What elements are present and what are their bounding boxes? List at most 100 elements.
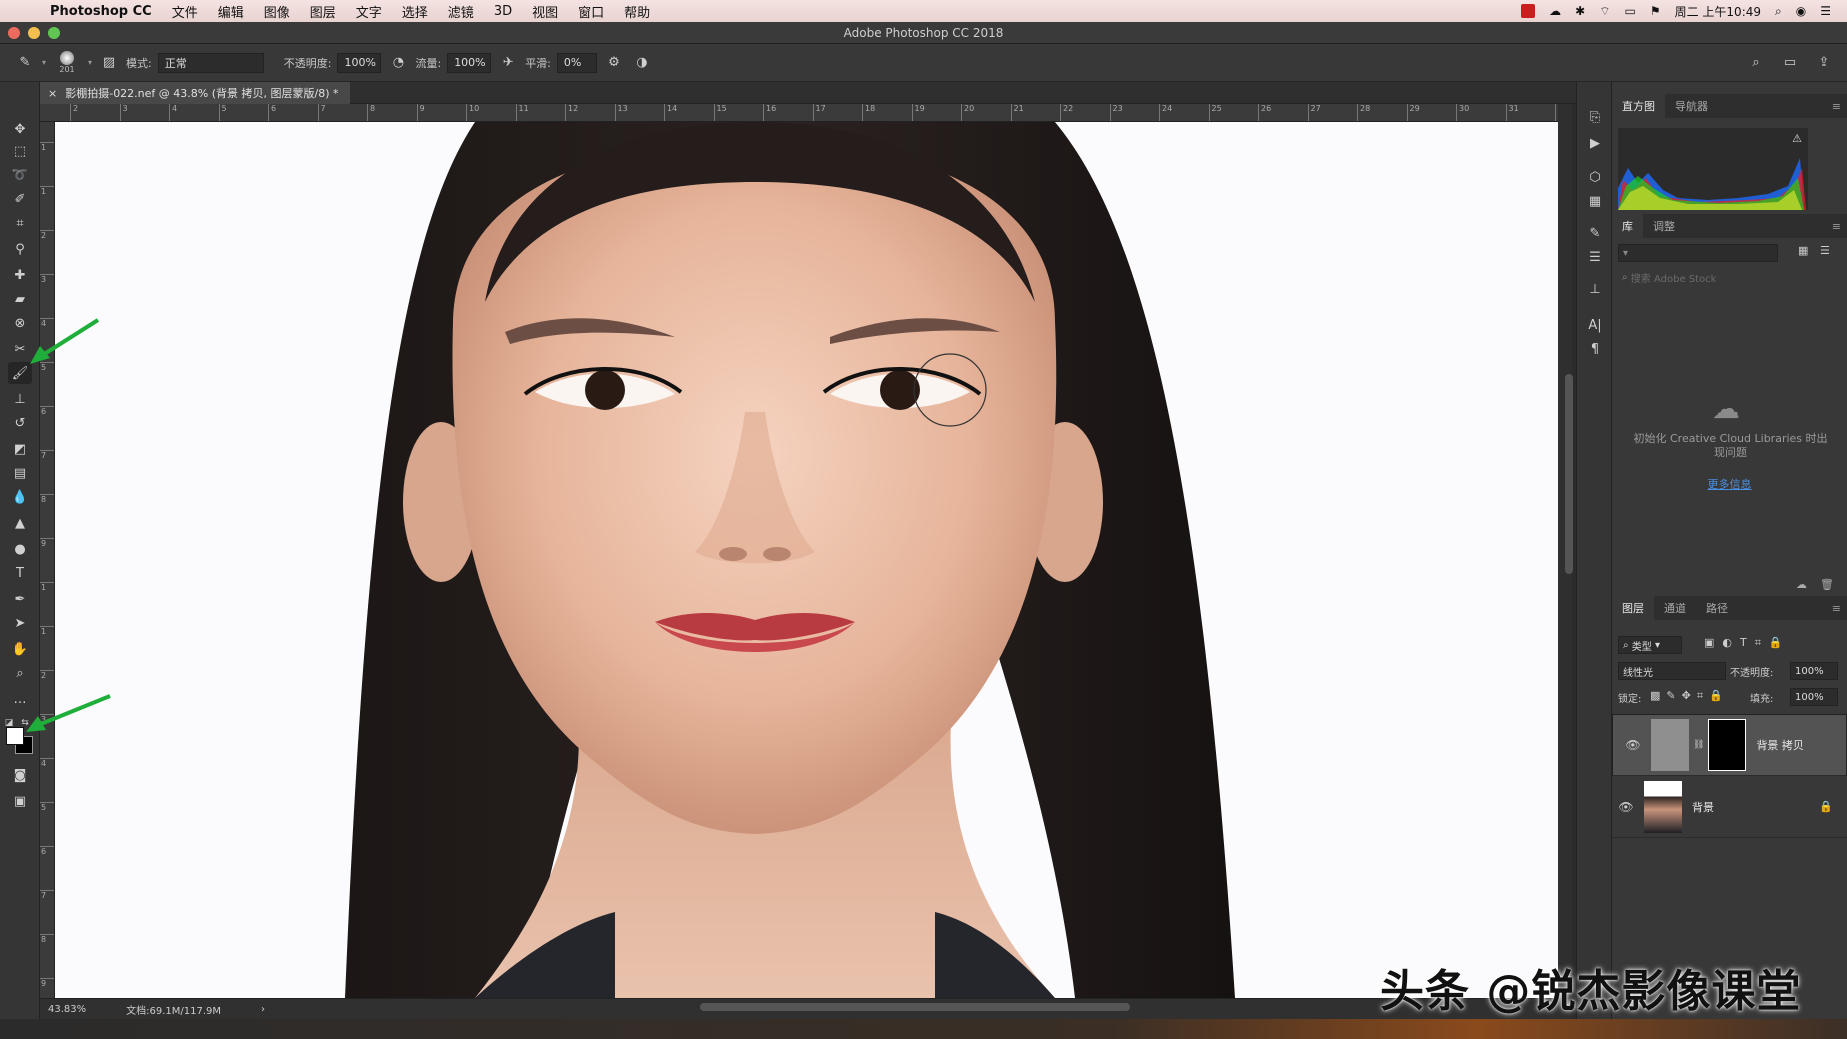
pressure-opacity-icon[interactable]: ◔ [387, 52, 409, 74]
search-icon[interactable]: ⌕ [1745, 52, 1767, 74]
layer-lock-icon[interactable]: 🔒 [1819, 800, 1833, 813]
opacity-field[interactable]: 100% [337, 52, 382, 73]
menu-3d[interactable]: 3D [484, 4, 522, 19]
close-window-button[interactable] [8, 27, 20, 39]
grid-view-icon[interactable]: ▦ [1798, 244, 1808, 257]
path-selection-tool-icon[interactable]: ➤ [8, 612, 32, 634]
document-tab[interactable]: × 影棚拍摄-022.nef @ 43.8% (背景 拷贝, 图层蒙版/8) * [40, 82, 350, 104]
wifi-icon[interactable]: ⌔ [1599, 4, 1610, 19]
minimize-window-button[interactable] [28, 27, 40, 39]
menu-help[interactable]: 帮助 [614, 2, 660, 21]
menu-filter[interactable]: 滤镜 [438, 2, 484, 21]
tab-navigator[interactable]: 导航器 [1665, 94, 1718, 118]
trash-icon[interactable]: 🗑 [1820, 578, 1834, 591]
foreground-color-swatch[interactable] [6, 727, 24, 745]
vertical-scrollbar[interactable] [1558, 104, 1573, 998]
tab-adjustments[interactable]: 调整 [1643, 214, 1685, 238]
library-select[interactable]: ▾ [1618, 244, 1778, 262]
layers-menu-icon[interactable]: ≡ [1832, 602, 1847, 615]
screen-mode-icon[interactable]: ▣ [8, 790, 32, 812]
pen-tool-icon[interactable]: ✒ [8, 588, 32, 610]
menu-edit[interactable]: 编辑 [208, 2, 254, 21]
tab-libraries[interactable]: 库 [1612, 214, 1643, 238]
sharpen-tool-icon[interactable]: ▲ [8, 512, 32, 534]
spotlight-search-icon[interactable]: ⌕ [1775, 4, 1782, 19]
vertical-scroll-thumb[interactable] [1565, 374, 1573, 574]
smooth-field[interactable]: 0% [556, 52, 597, 73]
layer-name[interactable]: 背景 [1692, 799, 1714, 815]
move-tool-icon[interactable]: ✥ [8, 118, 32, 140]
hand-tool-icon[interactable]: ✋ [8, 638, 32, 660]
layer-row-background-copy[interactable]: 👁 ⛓ 背景 拷贝 [1612, 714, 1847, 776]
layer-kind-filter[interactable]: ⌕ 类型 ▾ [1618, 636, 1682, 654]
fill-field[interactable]: 100% [1790, 688, 1838, 706]
blend-mode-select[interactable]: 线性光 [1618, 662, 1726, 680]
lasso-tool-icon[interactable]: ➰ [8, 164, 32, 186]
input-flag-icon[interactable]: ⚑ [1650, 4, 1661, 18]
brush-tool-preset-icon[interactable]: ✎ [14, 52, 36, 74]
patch-tool-icon[interactable]: ▰ [8, 288, 32, 310]
brush-panel-icon[interactable]: ✎ [1584, 222, 1606, 244]
quick-selection-tool-icon[interactable]: ✐ [8, 188, 32, 210]
tab-channels[interactable]: 通道 [1654, 596, 1696, 620]
menu-image[interactable]: 图像 [254, 2, 300, 21]
creative-cloud-icon[interactable]: ☁ [1549, 4, 1561, 18]
gradient-tool-icon[interactable]: ▤ [8, 462, 32, 484]
mode-select[interactable]: 正常 [157, 52, 264, 73]
brush-settings-icon[interactable]: ▨ [98, 52, 120, 74]
type-tool-icon[interactable]: T [8, 562, 32, 584]
paragraph-panel-icon[interactable]: ¶ [1584, 338, 1606, 360]
notification-center-icon[interactable]: ☰ [1820, 4, 1831, 18]
visibility-eye-icon[interactable]: 👁 [1612, 800, 1640, 814]
tab-histogram[interactable]: 直方图 [1612, 94, 1665, 118]
healing-brush-tool-icon[interactable]: ✚ [8, 264, 32, 286]
marquee-tool-icon[interactable]: ⬚ [8, 140, 32, 162]
smoothing-options-gear-icon[interactable]: ⚙ [603, 52, 625, 74]
menu-file[interactable]: 文件 [162, 2, 208, 21]
layer-row-background[interactable]: 👁 背景 🔒 [1612, 776, 1847, 838]
visibility-eye-icon[interactable]: 👁 [1619, 738, 1647, 752]
clock[interactable]: 周二 上午10:49 [1675, 3, 1761, 20]
menu-window[interactable]: 窗口 [568, 2, 614, 21]
more-info-link[interactable]: 更多信息 [1612, 476, 1847, 492]
layer-name[interactable]: 背景 拷贝 [1756, 737, 1804, 753]
warning-icon[interactable]: ⚠ [1792, 132, 1802, 145]
stock-search[interactable]: ⌕ 搜索 Adobe Stock [1618, 268, 1840, 286]
menu-app-name[interactable]: Photoshop CC [40, 4, 162, 19]
display-icon[interactable]: ▭ [1625, 4, 1636, 18]
siri-icon[interactable]: ◉ [1796, 4, 1806, 18]
bluetooth-icon[interactable]: ✱ [1575, 4, 1585, 18]
blur-tool-icon[interactable]: 💧 [8, 486, 32, 508]
status-arrow-icon[interactable]: › [261, 1004, 265, 1015]
3d-panel-icon[interactable]: ⬡ [1584, 166, 1606, 188]
menu-view[interactable]: 视图 [522, 2, 568, 21]
workspace-icon[interactable]: ▭ [1779, 52, 1801, 74]
character-panel-icon[interactable]: A| [1584, 314, 1606, 336]
share-icon[interactable]: ⇪ [1813, 52, 1835, 74]
history-brush-tool-icon[interactable]: ↺ [8, 412, 32, 434]
eraser-tool-icon[interactable]: ◩ [8, 438, 32, 460]
menu-layer[interactable]: 图层 [300, 2, 346, 21]
history-panel-icon[interactable]: ⎘ [1584, 106, 1606, 128]
brush-chevron-icon[interactable]: ▾ [88, 58, 92, 67]
menu-select[interactable]: 选择 [392, 2, 438, 21]
cloud-sync-icon[interactable]: ☁ [1796, 578, 1807, 591]
document-canvas[interactable] [55, 122, 1558, 998]
clone-source-icon[interactable]: ⊥ [1584, 278, 1606, 300]
layer-opacity-field[interactable]: 100% [1790, 662, 1838, 680]
brush-preview[interactable]: 201 [52, 48, 82, 78]
layer-filter-icons[interactable]: ▣◐T⌗🔒 [1704, 636, 1791, 650]
mask-link-icon[interactable]: ⛓ [1693, 740, 1704, 750]
quick-mask-icon[interactable]: ◙ [8, 764, 32, 786]
preset-chevron-icon[interactable]: ▾ [42, 58, 46, 67]
menu-type[interactable]: 文字 [346, 2, 392, 21]
pressure-size-icon[interactable]: ◑ [631, 52, 653, 74]
lock-options-icons[interactable]: ▩✎✥⌗🔒 [1650, 689, 1729, 703]
flow-field[interactable]: 100% [447, 52, 492, 73]
clone-stamp-tool-icon[interactable]: ⊥ [8, 388, 32, 410]
libraries-menu-icon[interactable]: ≡ [1832, 220, 1847, 233]
layer-mask-thumbnail[interactable] [1708, 719, 1747, 771]
tab-paths[interactable]: 路径 [1696, 596, 1738, 620]
red-status-icon[interactable] [1521, 4, 1536, 18]
grid-panel-icon[interactable]: ▦ [1584, 190, 1606, 212]
